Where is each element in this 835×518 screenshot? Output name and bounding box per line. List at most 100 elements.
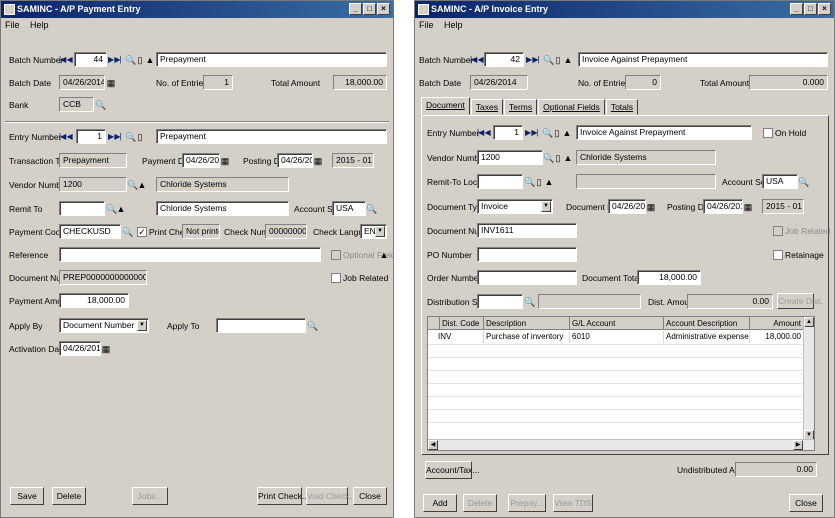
entry-nav-next[interactable]: ▶ ▶| — [108, 130, 122, 144]
entry-nav-prev[interactable]: |◀ ◀ — [59, 130, 73, 144]
entry-number-field[interactable]: 1 — [76, 129, 106, 144]
batch-nav-next[interactable]: ▶ ▶| — [108, 53, 122, 67]
maximize-button[interactable]: □ — [804, 3, 817, 15]
entry-new-icon[interactable]: ▯ — [552, 126, 562, 140]
batch-number-field[interactable]: 44 — [74, 52, 107, 67]
posting-date-field[interactable]: 04/26/2014 — [703, 199, 743, 214]
order-number-field[interactable] — [477, 270, 577, 285]
optional-fields-zoom-icon[interactable]: ▲ — [379, 248, 389, 262]
row-gl-account[interactable]: 6010 — [570, 331, 664, 343]
menu-file[interactable]: File — [419, 20, 434, 30]
scroll-left-icon[interactable]: ◀ — [428, 440, 438, 450]
jobs-button[interactable]: Jobs... — [132, 487, 168, 505]
grid-horizontal-scrollbar[interactable]: ◀ ▶ — [428, 439, 814, 450]
delete-button[interactable]: Delete — [463, 494, 497, 512]
account-set-field[interactable]: USA — [762, 174, 798, 189]
batch-description-field[interactable]: Invoice Against Prepayment — [578, 52, 828, 67]
entry-zoom-icon[interactable]: ▲ — [562, 126, 572, 140]
payment-date-field[interactable]: 04/26/2014 — [182, 153, 220, 168]
batch-number-field[interactable]: 42 — [484, 52, 524, 67]
entry-finder-icon[interactable]: 🔍 — [125, 130, 136, 144]
close-window-button[interactable]: × — [377, 3, 390, 15]
print-check-button[interactable]: Print Check... — [257, 487, 309, 505]
optional-fields-checkbox[interactable] — [331, 250, 341, 260]
payment-amount-field[interactable]: 18,000.00 — [59, 293, 129, 308]
tab-document[interactable]: Document — [421, 97, 470, 115]
posting-date-calendar-icon[interactable]: ▦ — [743, 200, 753, 214]
row-description[interactable]: Purchase of inventory — [484, 331, 570, 343]
column-header-dist-code[interactable]: Dist. Code — [440, 317, 484, 330]
document-date-calendar-icon[interactable]: ▦ — [646, 200, 656, 214]
account-set-finder-icon[interactable]: 🔍 — [798, 175, 809, 189]
row-amount[interactable]: 18,000.00 — [750, 331, 805, 343]
batch-zoom-icon[interactable]: ▲ — [145, 53, 155, 67]
tab-terms[interactable]: Terms — [503, 99, 538, 115]
chevron-down-icon[interactable]: ▼ — [375, 226, 385, 237]
maximize-button[interactable]: □ — [363, 3, 376, 15]
po-number-field[interactable] — [477, 247, 577, 262]
batch-description-field[interactable]: Prepayment — [156, 52, 387, 67]
activation-date-calendar-icon[interactable]: ▦ — [101, 342, 111, 356]
entry-number-field[interactable]: 1 — [493, 125, 523, 140]
menu-help[interactable]: Help — [444, 20, 463, 30]
vendor-new-icon[interactable]: ▯ — [553, 151, 563, 165]
account-set-finder-icon[interactable]: 🔍 — [366, 202, 377, 216]
document-type-select[interactable]: Invoice ▼ — [477, 199, 553, 214]
remit-zoom-icon[interactable]: ▲ — [544, 175, 554, 189]
entry-description-field[interactable]: Invoice Against Prepayment — [576, 125, 752, 140]
chevron-down-icon[interactable]: ▼ — [137, 320, 147, 331]
scroll-right-icon[interactable]: ▶ — [793, 440, 803, 450]
delete-button[interactable]: Delete — [52, 487, 86, 505]
vendor-zoom-icon[interactable]: ▲ — [563, 151, 573, 165]
apply-by-select[interactable]: Document Number ▼ — [59, 318, 149, 333]
activation-date-field[interactable]: 04/26/2014 — [59, 341, 101, 356]
account-tax-button[interactable]: Account/Tax... — [425, 461, 479, 479]
remit-finder-icon[interactable]: 🔍 — [524, 175, 535, 189]
account-set-field[interactable]: USA — [332, 201, 366, 216]
remit-finder-icon[interactable]: 🔍 — [106, 202, 117, 216]
entry-nav-prev[interactable]: |◀ ◀ — [477, 126, 491, 140]
column-header-description[interactable]: Description — [484, 317, 570, 330]
tab-taxes[interactable]: Taxes — [470, 99, 503, 115]
apply-to-field[interactable] — [216, 318, 306, 333]
prepay-button[interactable]: Prepay... — [508, 494, 546, 512]
batch-new-icon[interactable]: ▯ — [553, 53, 563, 67]
minimize-button[interactable]: _ — [349, 3, 362, 15]
remit-name-field[interactable]: Chloride Systems — [156, 201, 289, 216]
batch-new-icon[interactable]: ▯ — [135, 53, 145, 67]
close-button[interactable]: Close — [789, 494, 823, 512]
payment-code-finder-icon[interactable]: 🔍 — [122, 225, 133, 239]
entry-finder-icon[interactable]: 🔍 — [542, 126, 553, 140]
print-check-checkbox[interactable]: ✓ — [137, 227, 147, 237]
calendar-icon[interactable]: ▦ — [106, 76, 116, 90]
payment-date-calendar-icon[interactable]: ▦ — [220, 154, 230, 168]
remit-to-location-field[interactable] — [477, 174, 523, 189]
grid-vertical-scrollbar[interactable]: ▲ ▼ — [803, 317, 814, 440]
close-button[interactable]: Close — [353, 487, 387, 505]
row-account-description[interactable]: Administrative expenses — [664, 331, 750, 343]
vendor-zoom-icon[interactable]: ▲ — [137, 178, 147, 192]
batch-finder-icon[interactable]: 🔍 — [125, 53, 136, 67]
bank-finder-icon[interactable]: 🔍 — [95, 98, 106, 112]
apply-to-finder-icon[interactable]: 🔍 — [307, 319, 318, 333]
vendor-finder-icon[interactable]: 🔍 — [127, 178, 138, 192]
payment-code-field[interactable]: CHECKUSD — [59, 224, 121, 239]
distribution-set-field[interactable] — [477, 294, 523, 309]
batch-nav-next[interactable]: ▶ ▶| — [526, 53, 540, 67]
remit-zoom-icon[interactable]: ▲ — [116, 202, 126, 216]
column-header-gl-account[interactable]: G/L Account — [570, 317, 664, 330]
distribution-set-finder-icon[interactable]: 🔍 — [524, 295, 535, 309]
batch-finder-icon[interactable]: 🔍 — [543, 53, 554, 67]
chevron-down-icon[interactable]: ▼ — [541, 201, 551, 212]
tab-optional-fields[interactable]: Optional Fields — [538, 99, 605, 115]
document-total-field[interactable]: 18,000.00 — [637, 270, 701, 285]
menu-file[interactable]: File — [5, 20, 20, 30]
add-button[interactable]: Add — [423, 494, 457, 512]
row-dist-code[interactable]: INV — [436, 331, 484, 343]
batch-nav-prev[interactable]: |◀ ◀ — [470, 53, 484, 67]
job-related-checkbox[interactable] — [331, 273, 341, 283]
batch-nav-prev[interactable]: |◀ ◀ — [59, 53, 73, 67]
menu-help[interactable]: Help — [30, 20, 49, 30]
vendor-finder-icon[interactable]: 🔍 — [543, 151, 554, 165]
job-related-checkbox[interactable] — [773, 226, 783, 236]
